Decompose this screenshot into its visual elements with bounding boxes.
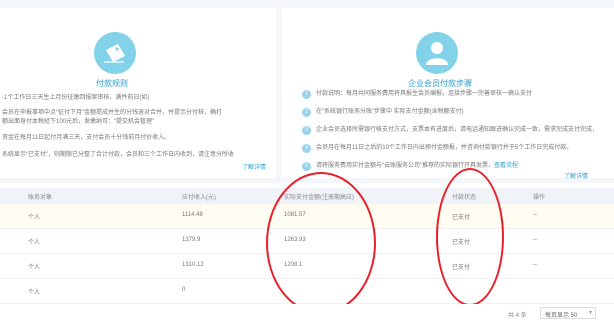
cell-due: 1379.9 xyxy=(182,237,201,243)
cell-type: 个人 xyxy=(28,240,41,246)
cell-type: 个人 xyxy=(28,290,41,296)
column-header-actual: 实际支付金额(注册期高应) xyxy=(284,195,354,201)
table-row: 个人 1379.9 1263.93 已支付 -- xyxy=(0,229,614,254)
payment-steps-title: 企业会员付款步骤 xyxy=(408,79,472,88)
step-number: 3 xyxy=(302,126,311,135)
step-number: 5 xyxy=(302,162,311,171)
step-item: 4 会员月在每月11日之后的10个工作日内出预付金额报，并咨询付款银行并于5个工… xyxy=(300,144,572,153)
step-number: 4 xyxy=(302,144,311,153)
column-header-type: 账务对象 xyxy=(28,195,53,201)
column-header-operation: 操作 xyxy=(533,195,546,201)
view-process-link[interactable]: 查看流程 xyxy=(494,163,518,169)
table-row: 个人 0 xyxy=(0,279,614,304)
cell-due: 1114.48 xyxy=(182,212,203,218)
step-text: 请将服务费用实付金额与“云账服务公司”推荐的实际银行开具发票， xyxy=(316,163,494,169)
column-header-status: 付款状态 xyxy=(452,195,477,201)
step-item: 1 付款说明：每月共同服务费用将具报生会员编报，连接步骤一完善审核一确认支付 xyxy=(300,90,532,99)
user-icon xyxy=(416,32,458,74)
step-text: 付款说明：每月共同服务费用将具报生会员编报，连接步骤一完善审核一确认支付 xyxy=(316,91,533,97)
payment-steps-card: 企业会员付款步骤 1 付款说明：每月共同服务费用将具报生会员编报，连接步骤一完善… xyxy=(282,8,614,180)
cell-actual: 1208.1 xyxy=(284,262,303,268)
cell-actual: 1081.57 xyxy=(284,212,306,218)
step-text: 会员月在每月11日之后的10个工作日内出预付金额报，并咨询付款银行并于5个工作日… xyxy=(316,145,573,151)
rule-line: -1个工作日三天生上月份征缴回报案审核，满件前日(如) xyxy=(2,95,150,101)
total-count: 共 4 条 xyxy=(508,313,527,319)
chevron-down-icon: ▾ xyxy=(588,310,592,316)
learn-more-link[interactable]: 了解详情 xyxy=(564,171,588,180)
cell-operation: -- xyxy=(533,212,537,218)
step-item: 5 请将服务费用实付金额与“云账服务公司”推荐的实际银行开具发票，查看流程 xyxy=(300,162,518,171)
cell-type: 个人 xyxy=(28,215,41,221)
cell-due: 1310.12 xyxy=(182,262,204,268)
rule-line: 会员在申报事项中点“征付下月”金额提成并生的分钱退对合并，并提示分付核，确打 xyxy=(2,110,222,116)
page-size-label: 每页显示 50 xyxy=(545,313,578,319)
table-row: 个人 1310.12 1208.1 已支付 -- xyxy=(0,254,614,279)
step-item: 2 在“系统银行账务分账”步骤中 实际支付金额(含税额支付) xyxy=(300,108,464,117)
ticket-icon xyxy=(94,32,136,74)
page-size-select[interactable]: 每页显示 50 ▾ xyxy=(540,307,596,319)
cell-status: 已支付 xyxy=(452,215,471,221)
cell-status: 已支付 xyxy=(452,240,471,246)
step-highlight: 实际支付金额(含税额支付) xyxy=(393,109,464,115)
step-text: 在“系统银行账务分账”步骤中 xyxy=(316,109,394,115)
pagination: 共 4 条 每页显示 50 ▾ xyxy=(0,304,614,323)
rule-line: 资金在每月11日起付月满三天，支付会员十分钱前月付价收入。 xyxy=(2,135,171,141)
step-text: 企业会员选择所需银行帐支付方式，支票本有进度后，请电话通知跟进确认完成一致，需求… xyxy=(316,127,599,133)
payment-rules-card: 付款规则 -1个工作日三天生上月份征缴回报案审核，满件前日(如) 会员在申报事项… xyxy=(0,8,276,178)
cell-type: 个人 xyxy=(28,265,41,271)
table-header: 账务对象 应付收入(元) 实际支付金额(注册期高应) 付款状态 操作 xyxy=(0,188,614,204)
step-number: 2 xyxy=(302,108,311,117)
step-number: 1 xyxy=(302,90,311,99)
cell-operation: -- xyxy=(533,237,537,243)
rule-line: 系统显示“已支付”，则期限已分整了合计付款，会员和三个工作日内收到，请注意分所收 xyxy=(2,152,234,158)
payment-rules-title: 付款规则 xyxy=(96,79,128,88)
rules-section: 付款规则 -1个工作日三天生上月份征缴回报案审核，满件前日(如) 会员在申报事项… xyxy=(0,0,614,183)
cell-status: 已支付 xyxy=(452,265,471,271)
cell-due: 0 xyxy=(182,287,186,293)
column-header-due: 应付收入(元) xyxy=(182,195,216,201)
learn-more-link[interactable]: 了解详情 xyxy=(242,162,266,171)
step-item: 3 企业会员选择所需银行帐支付方式，支票本有进度后，请电话通知跟进确认完成一致，… xyxy=(300,126,598,135)
cell-operation: -- xyxy=(533,262,537,268)
rule-line: 额出面身付本税经下100元后，发缴纳可：“提交机会管理” xyxy=(2,119,155,125)
table-row: 个人 1114.48 1081.57 已支付 -- xyxy=(0,204,614,229)
cell-actual: 1263.93 xyxy=(284,237,306,243)
